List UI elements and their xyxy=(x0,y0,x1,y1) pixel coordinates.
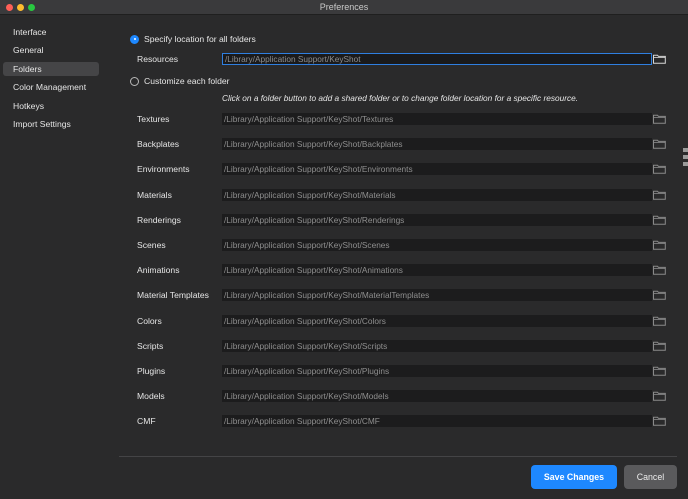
materials-label: Materials xyxy=(137,189,172,200)
folder-icon xyxy=(653,265,666,275)
models-folder-button[interactable] xyxy=(653,391,666,401)
scenes-path-field[interactable]: /Library/Application Support/KeyShot/Sce… xyxy=(222,239,652,251)
folder-icon xyxy=(653,190,666,200)
sidebar-item-interface[interactable]: Interface xyxy=(3,25,99,39)
material-templates-folder-button[interactable] xyxy=(653,290,666,301)
resources-label: Resources xyxy=(137,54,179,64)
customize-each-option[interactable]: Customize each folder xyxy=(130,75,230,87)
backplates-label: Backplates xyxy=(137,139,180,150)
cmf-path-field[interactable]: /Library/Application Support/KeyShot/CMF xyxy=(222,415,652,428)
environments-label: Environments xyxy=(137,164,190,175)
specify-all-radio[interactable] xyxy=(130,34,139,44)
title-bar: Preferences xyxy=(0,0,688,15)
sidebar-item-import-settings[interactable]: Import Settings xyxy=(3,117,99,131)
sidebar-item-color-management[interactable]: Color Management xyxy=(3,80,99,94)
textures-folder-button[interactable] xyxy=(653,114,666,124)
folder-icon xyxy=(653,114,666,124)
specify-all-label: Specify location for all folders xyxy=(144,34,256,44)
textures-path-field[interactable]: /Library/Application Support/KeyShot/Tex… xyxy=(222,113,652,125)
backplates-folder-button[interactable] xyxy=(653,139,666,149)
folders-panel: Specify location for all folders Resourc… xyxy=(108,16,688,499)
footer-divider xyxy=(119,456,677,457)
models-label: Models xyxy=(137,391,165,402)
specify-all-option[interactable]: Specify location for all folders xyxy=(130,33,256,45)
material-templates-label: Material Templates xyxy=(137,290,209,301)
folder-icon xyxy=(653,54,666,64)
plugins-folder-button[interactable] xyxy=(653,366,666,376)
window-title: Preferences xyxy=(319,2,369,12)
colors-path-field[interactable]: /Library/Application Support/KeyShot/Col… xyxy=(222,314,652,327)
folder-icon xyxy=(653,316,666,326)
folder-icon xyxy=(653,341,666,351)
models-path-field[interactable]: /Library/Application Support/KeyShot/Mod… xyxy=(222,390,652,403)
folder-hint-text: Click on a folder button to add a shared… xyxy=(222,93,579,103)
animations-folder-button[interactable] xyxy=(653,265,666,275)
colors-folder-button[interactable] xyxy=(653,316,666,326)
materials-folder-button[interactable] xyxy=(653,190,666,200)
cmf-label: CMF xyxy=(137,416,156,427)
preferences-sidebar: Interface General Folders Color Manageme… xyxy=(0,16,108,499)
plugins-path-field[interactable]: /Library/Application Support/KeyShot/Plu… xyxy=(222,365,652,377)
colors-label: Colors xyxy=(137,315,162,326)
sidebar-item-general[interactable]: General xyxy=(3,43,99,57)
cancel-button[interactable]: Cancel xyxy=(624,465,677,489)
scenes-folder-button[interactable] xyxy=(653,240,666,250)
scenes-label: Scenes xyxy=(137,240,166,250)
scripts-label: Scripts xyxy=(137,340,164,351)
environments-folder-button[interactable] xyxy=(653,164,666,175)
cmf-folder-button[interactable] xyxy=(653,416,666,427)
folder-icon xyxy=(653,417,666,427)
textures-label: Textures xyxy=(137,114,170,124)
folder-icon xyxy=(653,291,666,301)
renderings-label: Renderings xyxy=(137,214,181,225)
plugins-label: Plugins xyxy=(137,366,166,376)
renderings-path-field[interactable]: /Library/Application Support/KeyShot/Ren… xyxy=(222,213,652,226)
sidebar-item-hotkeys[interactable]: Hotkeys xyxy=(3,99,99,113)
sidebar-item-folders[interactable]: Folders xyxy=(3,61,99,76)
resources-path-field[interactable]: /Library/Application Support/KeyShot xyxy=(222,53,652,65)
save-changes-button[interactable]: Save Changes xyxy=(531,465,617,489)
folder-icon xyxy=(653,240,666,250)
materials-path-field[interactable]: /Library/Application Support/KeyShot/Mat… xyxy=(222,188,652,201)
animations-label: Animations xyxy=(137,265,180,276)
window-edge-marks xyxy=(683,148,688,172)
backplates-path-field[interactable]: /Library/Application Support/KeyShot/Bac… xyxy=(222,138,652,151)
folder-icon xyxy=(653,139,666,149)
animations-path-field[interactable]: /Library/Application Support/KeyShot/Ani… xyxy=(222,264,652,277)
customize-each-radio[interactable] xyxy=(130,76,139,86)
customize-each-label: Customize each folder xyxy=(144,76,230,86)
folder-icon xyxy=(653,215,666,225)
scripts-folder-button[interactable] xyxy=(653,341,666,351)
material-templates-path-field[interactable]: /Library/Application Support/KeyShot/Mat… xyxy=(222,289,652,302)
scripts-path-field[interactable]: /Library/Application Support/KeyShot/Scr… xyxy=(222,339,652,352)
folder-icon xyxy=(653,366,666,376)
folder-icon xyxy=(653,165,666,175)
environments-path-field[interactable]: /Library/Application Support/KeyShot/Env… xyxy=(222,163,652,176)
renderings-folder-button[interactable] xyxy=(653,215,666,225)
resources-folder-button[interactable] xyxy=(653,54,666,64)
folder-icon xyxy=(653,391,666,401)
